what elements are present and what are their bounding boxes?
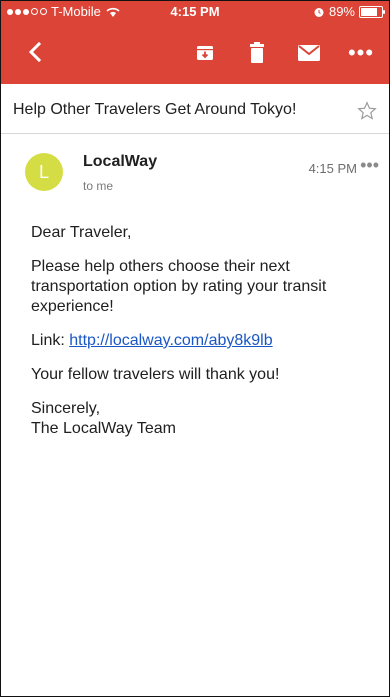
signature: Sincerely, The LocalWay Team — [31, 399, 361, 439]
status-bar: T-Mobile 4:15 PM 89% — [1, 1, 389, 23]
mail-icon — [298, 45, 320, 61]
thanks-line: Your fellow travelers will thank you! — [31, 366, 280, 383]
message-more-icon[interactable]: ••• — [360, 155, 379, 176]
alarm-icon — [314, 7, 324, 17]
app-header: T-Mobile 4:15 PM 89% ••• — [1, 1, 389, 84]
status-right: 89% — [313, 4, 385, 19]
link-paragraph: Link: http://localway.com/aby8k9lb — [31, 331, 361, 351]
back-icon[interactable] — [25, 41, 47, 63]
sender-name[interactable]: LocalWay — [83, 153, 157, 171]
recipient-label[interactable]: to me — [83, 179, 113, 193]
toolbar-actions: ••• — [191, 39, 375, 67]
message-time: 4:15 PM — [308, 161, 357, 176]
link-label: Link: — [31, 332, 65, 349]
more-icon[interactable]: ••• — [347, 39, 375, 67]
trash-icon — [250, 42, 264, 63]
sender-row: L LocalWay to me 4:15 PM ••• — [1, 141, 389, 211]
email-body: Dear Traveler, Please help others choose… — [31, 223, 361, 453]
toolbar: ••• — [1, 27, 389, 79]
avatar: L — [25, 153, 63, 191]
greeting: Dear Traveler, — [31, 224, 132, 241]
survey-link[interactable]: http://localway.com/aby8k9lb — [69, 332, 272, 349]
archive-icon — [197, 46, 213, 60]
body-paragraph: Please help others choose their next tra… — [31, 258, 327, 315]
team-name: The LocalWay Team — [31, 420, 176, 437]
mark-unread-button[interactable] — [295, 39, 323, 67]
subject-title: Help Other Travelers Get Around Tokyo! — [13, 101, 297, 118]
subject-bar: Help Other Travelers Get Around Tokyo! — [1, 87, 389, 134]
battery-label: 89% — [328, 4, 355, 19]
signoff-line: Sincerely, — [31, 400, 101, 417]
star-icon[interactable] — [357, 101, 377, 121]
battery-icon — [359, 5, 385, 18]
email-screen: T-Mobile 4:15 PM 89% ••• Help Other Trav… — [0, 0, 390, 697]
archive-button[interactable] — [191, 39, 219, 67]
delete-button[interactable] — [243, 39, 271, 67]
